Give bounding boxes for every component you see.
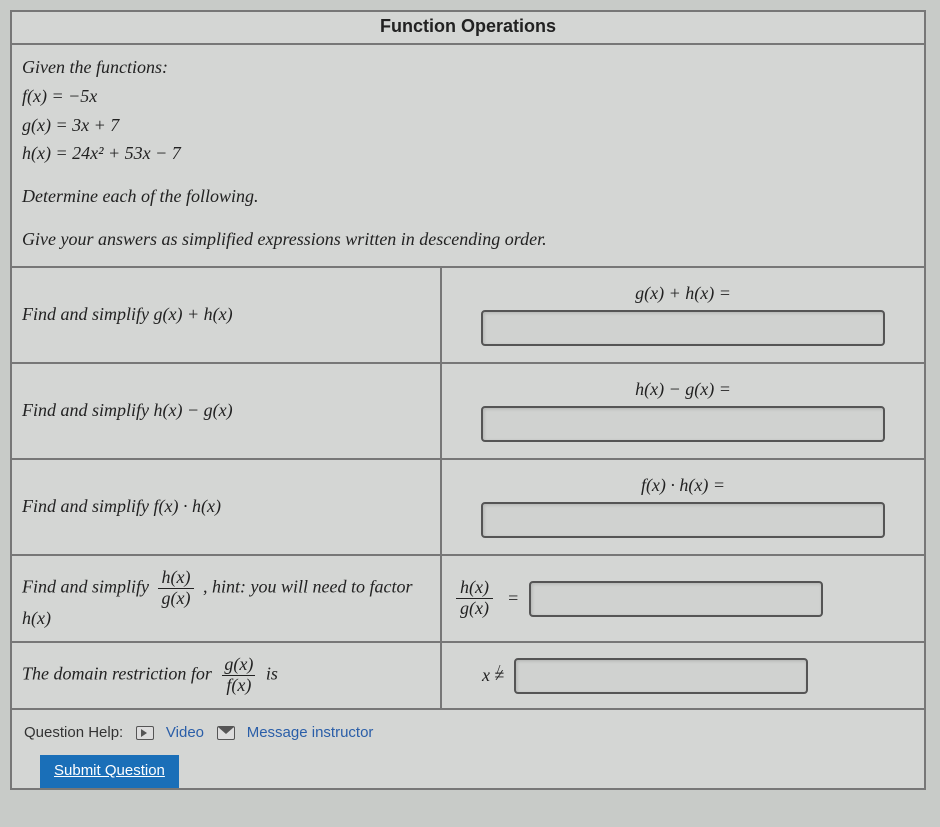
answer-input-4[interactable] [529,581,823,617]
prompt-expr: f(x) · h(x) [154,496,221,516]
fraction-numerator: h(x) [158,568,195,588]
prompt-text: Find and simplify [22,400,154,420]
panel-title: Function Operations [12,12,924,45]
given-label: Given the functions: [22,53,914,82]
answer-input-3[interactable] [481,502,885,538]
submit-button[interactable]: Submit Question [40,755,179,788]
prompt-fraction: h(x) g(x) [158,568,195,609]
fraction-numerator: h(x) [456,578,493,598]
answer-input-1[interactable] [481,310,885,346]
prompt-text: The domain restriction for [22,664,216,684]
message-instructor-link[interactable]: Message instructor [247,724,374,741]
answer-input-5[interactable] [514,658,808,694]
intro-block: Given the functions: f(x) = −5x g(x) = 3… [12,45,924,268]
prompt-row-2: Find and simplify h(x) − g(x) [12,364,442,460]
help-label: Question Help: [24,724,123,741]
fraction-denominator: g(x) [456,598,493,619]
prompt-row-3: Find and simplify f(x) · h(x) [12,460,442,556]
prompt-post: is [266,664,278,684]
answer-grid: Find and simplify g(x) + h(x) g(x) + h(x… [12,268,924,710]
fraction-denominator: g(x) [158,588,195,609]
instruction-1: Determine each of the following. [22,182,914,211]
prompt-fraction: g(x) f(x) [220,655,257,696]
answer-input-2[interactable] [481,406,885,442]
prompt-text: Find and simplify [22,304,154,324]
answer-prefix: x ≠ [482,665,504,686]
function-f: f(x) = −5x [22,82,914,111]
answer-row-3: f(x) · h(x) = [442,460,924,556]
prompt-expr: h(x) − g(x) [154,400,233,420]
answer-label-2: h(x) − g(x) = [635,379,731,400]
function-h: h(x) = 24x² + 53x − 7 [22,139,914,168]
answer-row-2: h(x) − g(x) = [442,364,924,460]
prompt-text: Find and simplify [22,576,154,596]
video-icon [136,726,154,740]
answer-label-1: g(x) + h(x) = [635,283,731,304]
question-panel: Function Operations Given the functions:… [10,10,926,790]
answer-row-4: h(x) g(x) = [442,556,924,644]
fraction-numerator: g(x) [220,655,257,675]
fraction-denominator: f(x) [222,675,255,696]
prompt-expr: g(x) + h(x) [154,304,233,324]
answer-fraction: h(x) g(x) [456,578,493,619]
equals-sign: = [507,588,519,609]
answer-row-1: g(x) + h(x) = [442,268,924,364]
prompt-row-4: Find and simplify h(x) g(x) , hint: you … [12,556,442,644]
mail-icon [217,726,235,740]
prompt-row-1: Find and simplify g(x) + h(x) [12,268,442,364]
answer-row-5: x ≠ [442,643,924,710]
prompt-text: Find and simplify [22,496,154,516]
function-g: g(x) = 3x + 7 [22,111,914,140]
question-help: Question Help: Video Message instructor [12,710,924,749]
submit-wrap: Submit Question [12,749,924,788]
answer-label-3: f(x) · h(x) = [641,475,725,496]
prompt-row-5: The domain restriction for g(x) f(x) is [12,643,442,710]
video-link[interactable]: Video [166,724,204,741]
instruction-2: Give your answers as simplified expressi… [22,225,914,254]
